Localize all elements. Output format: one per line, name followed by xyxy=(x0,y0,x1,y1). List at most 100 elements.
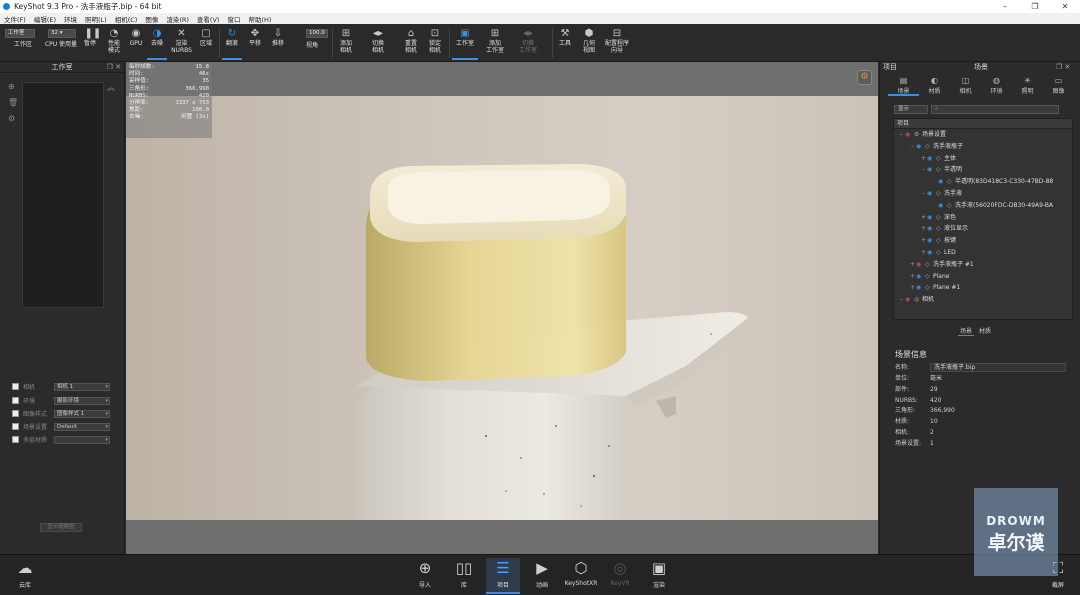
expand-toggle-icon[interactable]: + xyxy=(920,153,927,165)
scene-tree-item[interactable]: +◉ ◇ Plane xyxy=(894,271,1072,283)
expand-toggle-icon[interactable]: + xyxy=(909,282,916,294)
multi-material-select[interactable] xyxy=(54,435,110,444)
display-filter-select[interactable]: 显示 xyxy=(894,104,928,114)
visibility-eye-icon[interactable]: ◉ xyxy=(916,141,925,153)
close-button[interactable]: ✕ xyxy=(1050,0,1080,13)
tab-image[interactable]: ▭ 图像 xyxy=(1043,76,1074,96)
visibility-eye-icon[interactable]: ◉ xyxy=(927,223,936,235)
scene-tree[interactable]: 项目 – ◉ ⚙ 场景设置 – ◉ ◇ 洗手液瓶子 +◉ ◇ 主体 – ◉ ◇ 半透明 ◉ ◇ 半透明(83D41… xyxy=(893,118,1073,320)
visibility-eye-icon[interactable]: ◉ xyxy=(916,282,925,294)
import-button[interactable]: ⊕ 导入 xyxy=(408,558,442,594)
menu-help[interactable]: 帮助(H) xyxy=(244,14,275,24)
menu-camera[interactable]: 相机(C) xyxy=(111,14,142,24)
image-style-select[interactable]: 图像样式 1 xyxy=(54,409,110,418)
environment-select[interactable]: 摄影环境 xyxy=(54,396,110,405)
scene-settings-select[interactable]: Default xyxy=(54,422,110,431)
fov-value-input[interactable]: 100.0 xyxy=(306,29,328,38)
expand-toggle-icon[interactable]: + xyxy=(920,212,927,224)
pan-button[interactable]: ✥ 平移 xyxy=(245,26,265,60)
scene-tree-item[interactable]: ◉ ◇ 洗手液(56020FDC-DB30-49A9-BA xyxy=(894,200,1072,212)
visibility-eye-icon[interactable]: ◉ xyxy=(916,271,925,283)
tab-camera[interactable]: ◫ 相机 xyxy=(950,76,981,96)
tab-lighting[interactable]: ☀ 照明 xyxy=(1012,76,1043,96)
config-wizard-button[interactable]: ⊟ 配置程序 向导 xyxy=(601,26,633,60)
scene-tree-item[interactable]: +◉ ◇ 洗手液瓶子 #1 xyxy=(894,259,1072,271)
expand-toggle-icon[interactable]: – xyxy=(909,141,916,153)
expand-toggle-icon[interactable]: – xyxy=(920,164,927,176)
render-viewport[interactable]: 每秒帧数: 15.8 时间: 46s 采样值: 35 三角形: 366,990 NURB… xyxy=(126,62,878,554)
add-studio-button[interactable]: ⊞ 添加 工作室 xyxy=(482,26,508,60)
visibility-eye-icon[interactable]: ◉ xyxy=(916,259,925,271)
animation-button[interactable]: ▶ 动画 xyxy=(525,558,559,594)
geometry-view-button[interactable]: ⬢ 几何 视图 xyxy=(578,26,600,60)
performance-mode-button[interactable]: ◔ 性能 模式 xyxy=(102,26,126,60)
keyvr-button[interactable]: ◎ KeyVR xyxy=(603,558,637,594)
expand-toggle-icon[interactable]: – xyxy=(898,129,905,141)
undock-icon[interactable]: ❐ xyxy=(107,63,113,71)
scene-tree-item[interactable]: +◉ ◇ LED xyxy=(894,247,1072,259)
menu-render[interactable]: 渲染(R) xyxy=(162,14,193,24)
realtime-render-image[interactable] xyxy=(126,96,878,520)
cloud-library-button[interactable]: ☁ 云库 xyxy=(8,558,42,594)
visibility-eye-icon[interactable]: ◉ xyxy=(927,188,936,200)
scene-tree-item[interactable]: – ◉ ◇ 半透明 xyxy=(894,164,1072,176)
visibility-eye-icon[interactable]: ◉ xyxy=(927,212,936,224)
close-panel-icon[interactable]: ✕ xyxy=(115,63,121,71)
switch-camera-button[interactable]: ◂▸ 切换 相机 xyxy=(367,26,389,60)
scene-tree-item[interactable]: – ◉ ◇ 洗手液 xyxy=(894,188,1072,200)
subtab-scene[interactable]: 场景 xyxy=(958,326,975,336)
visibility-eye-icon[interactable]: ◉ xyxy=(927,247,936,259)
dolly-button[interactable]: ⇩ 推移 xyxy=(268,26,288,60)
tab-environment[interactable]: ◍ 环境 xyxy=(981,76,1012,96)
cpu-usage-button[interactable]: CPU 使用量 xyxy=(42,41,80,59)
visibility-eye-icon[interactable]: ◉ xyxy=(905,294,914,306)
viewport-options-icon[interactable]: ⚙ xyxy=(857,70,872,85)
visibility-eye-icon[interactable]: ◉ xyxy=(938,200,947,212)
environment-checkbox[interactable] xyxy=(12,397,19,404)
expand-toggle-icon[interactable]: + xyxy=(909,259,916,271)
expand-toggle-icon[interactable]: – xyxy=(920,188,927,200)
lock-camera-button[interactable]: ⊡ 锁定 相机 xyxy=(424,26,446,60)
menu-edit[interactable]: 编辑(E) xyxy=(30,14,60,24)
collapse-chevron-icon[interactable]: ︽ xyxy=(107,82,115,93)
visibility-eye-icon[interactable]: ◉ xyxy=(927,235,936,247)
keyshotxr-button[interactable]: ⬡ KeyShotXR xyxy=(564,558,598,594)
fov-button[interactable]: 视角 xyxy=(301,42,323,58)
tumble-button[interactable]: ↻ 翻滚 xyxy=(222,26,242,60)
menu-lighting[interactable]: 照明(L) xyxy=(81,14,111,24)
scene-tree-item[interactable]: – ◉ ◇ 洗手液瓶子 xyxy=(894,141,1072,153)
visibility-eye-icon[interactable]: ◉ xyxy=(927,164,936,176)
scene-name-input[interactable]: 洗手液瓶子.bip xyxy=(930,363,1066,372)
expand-toggle-icon[interactable]: – xyxy=(898,294,905,306)
camera-select[interactable]: 相机 1 xyxy=(54,382,110,391)
add-camera-button[interactable]: ⊞ 添加 相机 xyxy=(335,26,357,60)
library-button[interactable]: ▯▯ 库 xyxy=(447,558,481,594)
panel-window-icons[interactable]: ❐ ✕ xyxy=(1056,62,1070,73)
pause-button[interactable]: ❚❚ 暂停 xyxy=(81,26,101,60)
studio-thumbnail-list[interactable] xyxy=(22,82,104,308)
studio-button[interactable]: ▣ 工作室 xyxy=(452,26,478,60)
scene-tree-item[interactable]: +◉ ◇ 按键 xyxy=(894,235,1072,247)
minimize-button[interactable]: – xyxy=(990,0,1020,13)
menu-file[interactable]: 文件(F) xyxy=(0,14,30,24)
menu-view[interactable]: 查看(V) xyxy=(193,14,224,24)
scene-tree-item[interactable]: – ◉ ◎ 相机 xyxy=(894,294,1072,306)
visibility-eye-icon[interactable]: ◉ xyxy=(938,176,947,188)
menu-window[interactable]: 窗口 xyxy=(223,14,244,24)
scene-tree-item[interactable]: – ◉ ⚙ 场景设置 xyxy=(894,129,1072,141)
scene-tree-item[interactable]: ◉ ◇ 半透明(83D418C3-C330-47BD-88 xyxy=(894,176,1072,188)
scene-search-input[interactable]: ⌕ xyxy=(931,104,1059,114)
reset-camera-button[interactable]: ⌂ 重置 相机 xyxy=(400,26,422,60)
maximize-button[interactable]: ❐ xyxy=(1020,0,1050,13)
multi-material-checkbox[interactable] xyxy=(12,436,19,443)
switch-studio-button[interactable]: ◂▸ 切换 工作室 xyxy=(514,26,542,60)
expand-toggle-icon[interactable]: + xyxy=(920,247,927,259)
scene-tree-item[interactable]: +◉ ◇ 液位显示 xyxy=(894,223,1072,235)
workspace-select[interactable]: 工作室 xyxy=(5,29,35,38)
workspace-button[interactable]: 工作区 xyxy=(8,41,38,59)
camera-checkbox[interactable] xyxy=(12,383,19,390)
render-button[interactable]: ▣ 渲染 xyxy=(642,558,676,594)
subtab-material[interactable]: 材质 xyxy=(977,326,993,336)
scene-settings-checkbox[interactable] xyxy=(12,423,19,430)
add-studio-icon[interactable]: ⊕ xyxy=(8,82,15,91)
